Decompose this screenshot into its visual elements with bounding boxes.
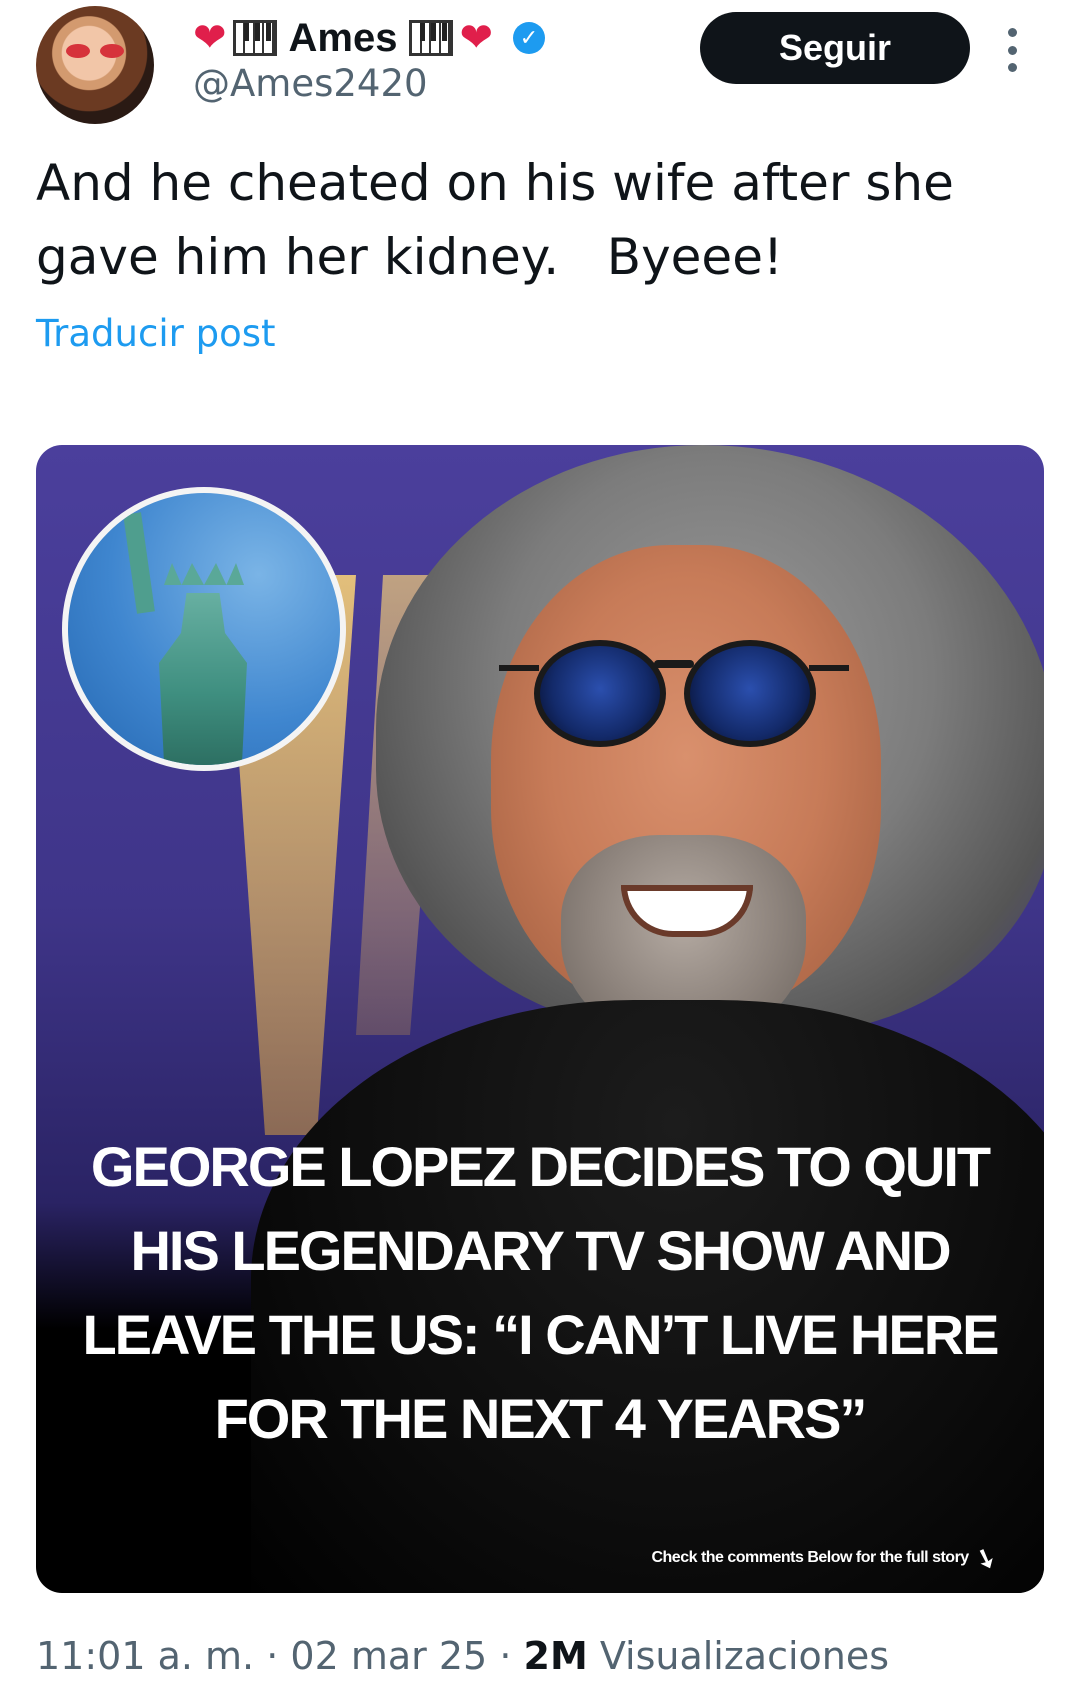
- person-sunglasses: [499, 640, 849, 747]
- translate-post-link[interactable]: Traducir post: [36, 312, 276, 355]
- tweet-time[interactable]: 11:01 a. m.: [36, 1634, 254, 1678]
- author-name-row[interactable]: ❤ Ames ❤ ✓: [193, 10, 545, 66]
- media-caption: Check the comments Below for the full st…: [651, 1540, 1000, 1575]
- tweet-meta: 11:01 a. m. · 02 mar 25 · 2M Visualizaci…: [36, 1634, 889, 1678]
- follow-button[interactable]: Seguir: [700, 12, 970, 84]
- views-label: Visualizaciones: [599, 1634, 890, 1678]
- red-heart-icon: ❤: [193, 15, 227, 61]
- avatar[interactable]: [36, 6, 154, 124]
- meta-separator: ·: [499, 1634, 512, 1678]
- author-display-name[interactable]: Ames: [289, 16, 398, 61]
- media-caption-text: Check the comments Below for the full st…: [651, 1549, 969, 1566]
- more-vertical-icon[interactable]: [1005, 28, 1019, 72]
- statue-of-liberty-badge: [62, 487, 346, 771]
- curved-arrow-down-icon: ➘: [970, 1540, 1001, 1576]
- tweet-date[interactable]: 02 mar 25: [290, 1634, 487, 1678]
- views-count: 2M: [523, 1634, 588, 1678]
- piano-keys-icon: [232, 20, 277, 56]
- meta-separator: ·: [266, 1634, 279, 1678]
- red-heart-icon: ❤: [459, 15, 493, 61]
- verified-badge-icon: ✓: [512, 22, 545, 54]
- avatar-sunglasses: [66, 44, 124, 58]
- author-handle[interactable]: @Ames2420: [193, 62, 428, 105]
- tweet-media-image[interactable]: GEORGE LOPEZ DECIDES TO QUIT HIS LEGENDA…: [36, 445, 1044, 1593]
- piano-keys-icon: [409, 20, 454, 56]
- media-headline: GEORGE LOPEZ DECIDES TO QUIT HIS LEGENDA…: [82, 1135, 999, 1450]
- tweet-text: And he cheated on his wife after she gav…: [36, 154, 970, 286]
